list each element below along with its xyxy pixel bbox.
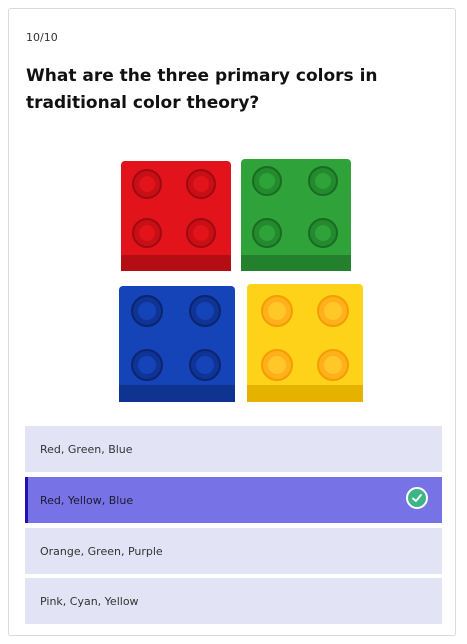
quiz-card: 10/10 What are the three primary colors … — [8, 8, 456, 636]
yellow-brick — [247, 284, 363, 402]
question-text: What are the three primary colors in tra… — [26, 66, 378, 113]
answer-label: Red, Yellow, Blue — [40, 493, 134, 507]
question-counter: 10/10 — [26, 31, 58, 44]
answer-option-4[interactable]: Pink, Cyan, Yellow — [25, 578, 442, 624]
blue-brick — [119, 286, 235, 402]
green-brick — [241, 159, 351, 271]
lego-bricks-image — [119, 159, 363, 402]
answer-option-2[interactable]: Red, Yellow, Blue — [25, 477, 442, 523]
answer-label: Orange, Green, Purple — [40, 544, 163, 558]
answer-label: Red, Green, Blue — [40, 442, 133, 456]
answer-label: Pink, Cyan, Yellow — [40, 594, 139, 608]
answer-option-3[interactable]: Orange, Green, Purple — [25, 528, 442, 574]
check-circle-icon — [406, 487, 428, 509]
red-brick — [121, 161, 231, 271]
answer-option-1[interactable]: Red, Green, Blue — [25, 426, 442, 472]
